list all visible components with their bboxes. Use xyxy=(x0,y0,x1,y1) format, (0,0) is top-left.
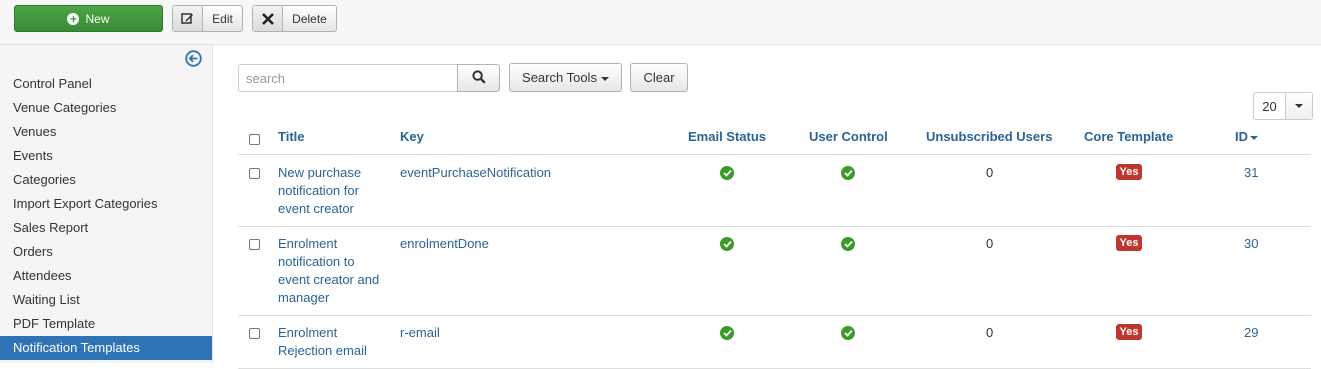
row-title-line: Enrolment xyxy=(278,236,338,251)
edit-button[interactable]: Edit xyxy=(172,5,243,32)
column-email-status[interactable]: Email Status xyxy=(688,129,766,144)
row-checkbox[interactable] xyxy=(249,239,260,250)
row-id[interactable]: 31 xyxy=(1244,164,1258,182)
sidebar-item[interactable]: Waiting List xyxy=(0,288,212,312)
column-key[interactable]: Key xyxy=(400,129,424,144)
row-key[interactable]: enrolmentDone xyxy=(400,235,489,253)
search-tools-label: Search Tools xyxy=(522,70,597,85)
row-title-line: Enrolment xyxy=(278,325,338,340)
row-title-line: event creator and xyxy=(278,272,380,287)
column-title[interactable]: Title xyxy=(278,129,305,144)
row-title-link[interactable]: Enrolment notification to event creator an… xyxy=(278,235,393,307)
core-template-badge: Yes xyxy=(1116,164,1142,180)
sort-desc-icon xyxy=(1250,135,1258,140)
email-status-ok-icon[interactable] xyxy=(720,326,734,340)
collapse-sidebar-icon[interactable] xyxy=(185,50,202,67)
row-title-line: New purchase xyxy=(278,165,362,180)
caret-down-icon xyxy=(1286,93,1312,119)
sidebar-item[interactable]: Import Export Categories xyxy=(0,192,212,216)
user-control-ok-icon[interactable] xyxy=(841,166,855,180)
row-key[interactable]: eventPurchaseNotification xyxy=(400,164,551,182)
row-unsubscribed-count: 0 xyxy=(986,325,994,340)
caret-down-icon xyxy=(600,76,609,81)
list-limit-value: 20 xyxy=(1254,93,1286,119)
select-all-checkbox[interactable] xyxy=(249,134,260,145)
sidebar-item[interactable]: Notification Templates xyxy=(0,336,212,360)
search-button[interactable] xyxy=(457,64,500,92)
row-title-link[interactable]: Enrolment Rejection email xyxy=(278,324,393,360)
email-status-ok-icon[interactable] xyxy=(720,237,734,251)
row-title-line: manager xyxy=(278,290,330,305)
delete-button-label: Delete xyxy=(292,11,327,26)
row-title-line: Rejection email xyxy=(278,343,367,358)
sidebar-item[interactable]: Venues xyxy=(0,120,212,144)
clear-label: Clear xyxy=(643,70,675,85)
edit-button-label: Edit xyxy=(212,11,233,26)
email-status-ok-icon[interactable] xyxy=(720,166,734,180)
edit-icon xyxy=(173,6,203,31)
delete-button[interactable]: Delete xyxy=(252,5,337,32)
row-id[interactable]: 29 xyxy=(1244,324,1258,342)
row-title-link[interactable]: New purchase notification for event creato… xyxy=(278,164,393,218)
sidebar-item[interactable]: Control Panel xyxy=(0,72,212,96)
sidebar-item[interactable]: Orders xyxy=(0,240,212,264)
sidebar-item[interactable]: PDF Template xyxy=(0,312,212,336)
clear-button[interactable]: Clear xyxy=(630,63,688,92)
table-header: Title Key Email Status User Control Unsu… xyxy=(238,120,1311,155)
table-row: New purchase notification for event creato… xyxy=(238,155,1311,227)
sidebar-item[interactable]: Sales Report xyxy=(0,216,212,240)
row-unsubscribed-count: 0 xyxy=(986,236,994,251)
new-button-label: New xyxy=(85,11,110,26)
row-checkbox[interactable] xyxy=(249,168,260,179)
sidebar: Control Panel Venue Categories Venues Event… xyxy=(0,45,213,363)
row-checkbox[interactable] xyxy=(249,328,260,339)
sidebar-item[interactable]: Categories xyxy=(0,168,212,192)
sidebar-item[interactable]: Venue Categories xyxy=(0,96,212,120)
close-icon xyxy=(253,6,283,31)
core-template-badge: Yes xyxy=(1116,324,1142,340)
row-title-line: event creator xyxy=(278,201,354,216)
search-tools-button[interactable]: Search Tools xyxy=(509,63,622,92)
row-unsubscribed-count: 0 xyxy=(986,165,994,180)
row-key[interactable]: r-email xyxy=(400,324,440,342)
row-id[interactable]: 30 xyxy=(1244,235,1258,253)
core-template-badge: Yes xyxy=(1116,235,1142,251)
sidebar-item[interactable]: Attendees xyxy=(0,264,212,288)
toolbar: + New Edit Delete xyxy=(0,0,1321,45)
column-user-control[interactable]: User Control xyxy=(809,129,888,144)
row-title-line: notification to xyxy=(278,254,355,269)
column-unsubscribed-users[interactable]: Unsubscribed Users xyxy=(926,129,1052,144)
user-control-ok-icon[interactable] xyxy=(841,326,855,340)
plus-circle-icon: + xyxy=(67,12,80,25)
column-id[interactable]: ID xyxy=(1235,129,1258,144)
column-id-label: ID xyxy=(1235,129,1248,144)
table-row: Enrolment notification to event creator an… xyxy=(238,226,1311,316)
column-core-template[interactable]: Core Template xyxy=(1084,129,1173,144)
table-row: Enrolment Rejection email r-email 0 Yes 29 xyxy=(238,315,1311,369)
search-icon xyxy=(471,69,486,87)
row-title-line: notification for xyxy=(278,183,359,198)
user-control-ok-icon[interactable] xyxy=(841,237,855,251)
search-input[interactable] xyxy=(238,64,458,92)
sidebar-item[interactable]: Events xyxy=(0,144,212,168)
list-limit-select[interactable]: 20 xyxy=(1253,92,1313,120)
new-button[interactable]: + New xyxy=(14,5,163,32)
